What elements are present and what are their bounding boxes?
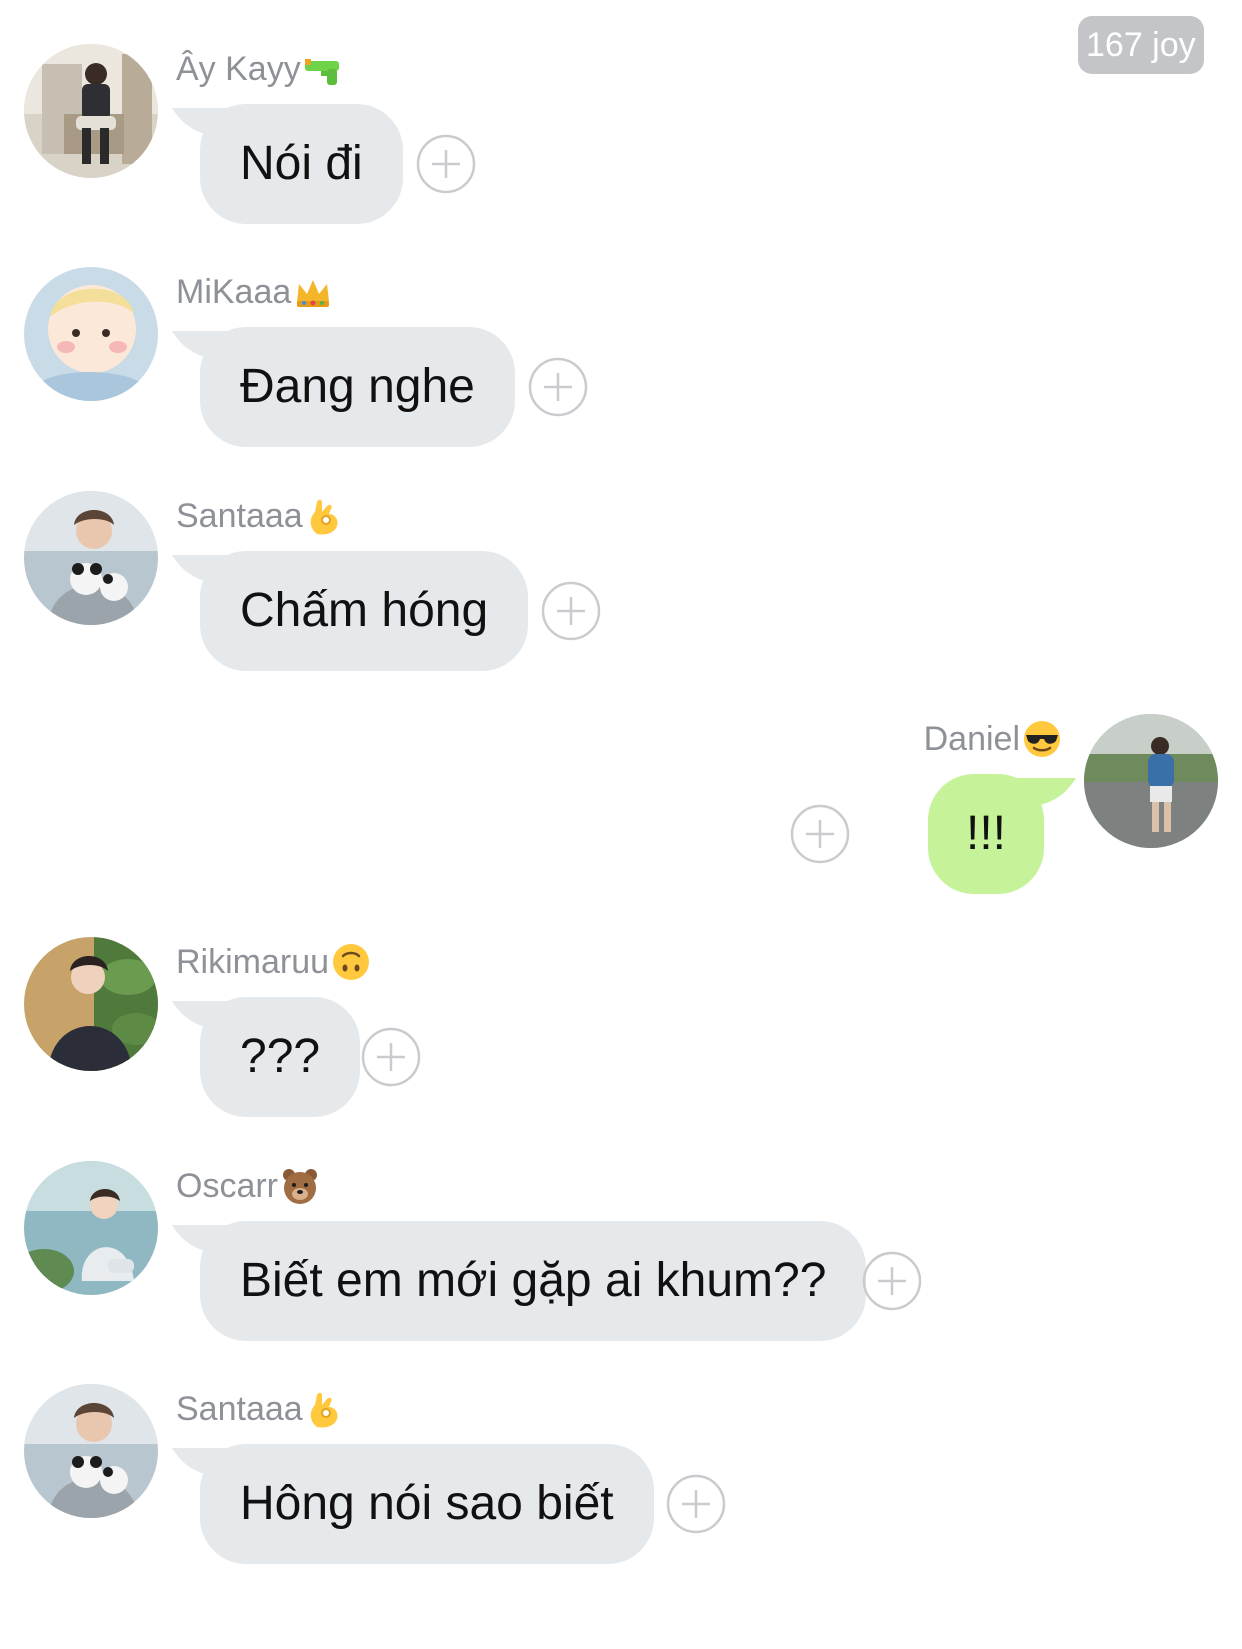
upside-down-face-icon [333,944,370,980]
message-bubble[interactable]: Đang nghe [200,327,515,447]
sender-name-row: Santaaa [176,1386,345,1432]
message-row: Oscarr Biết em mới gặp ai khum?? [0,1161,1242,1401]
message-bubble[interactable]: Hông nói sao biết [200,1444,654,1564]
sender-name-row: Rikimaruu [176,939,371,985]
sender-name: Santaaa [176,1389,303,1428]
sender-name: Rikimaruu [176,942,330,981]
sender-name-row: Daniel [924,716,1062,762]
add-reaction-plus-icon[interactable] [361,1027,421,1087]
avatar[interactable] [24,1384,158,1518]
sender-name: Oscarr [176,1166,278,1205]
ok-hand-icon [310,499,338,535]
message-bubble-own[interactable]: !!! [927,774,1044,894]
sender-name: MiKaaa [176,272,292,311]
add-reaction-plus-icon[interactable] [862,1251,922,1311]
message-bubble[interactable]: ??? [200,997,361,1117]
sender-name: Ây Kayy [176,49,301,88]
ok-hand-icon [310,1392,338,1428]
sunglasses-face-icon [1024,721,1060,757]
add-reaction-plus-icon[interactable] [666,1474,726,1534]
message-row: Rikimaruu ??? [0,937,1242,1177]
bear-face-icon [283,1169,317,1204]
avatar[interactable] [24,491,158,625]
sender-name-row: Oscarr [176,1163,320,1209]
add-reaction-plus-icon[interactable] [416,134,476,194]
sender-name-row: MiKaaa [176,269,333,315]
message-bubble[interactable]: Chấm hóng [200,551,529,671]
avatar[interactable] [24,44,158,178]
message-row-own: Daniel !!! [0,714,1242,954]
crown-icon [297,280,330,307]
add-reaction-plus-icon[interactable] [541,581,601,641]
sender-name: Daniel [923,719,1020,758]
avatar[interactable] [24,267,158,401]
message-bubble[interactable]: Biết em mới gặp ai khum?? [200,1221,867,1341]
avatar[interactable] [24,1161,158,1295]
message-row: Santaaa Chấm hóng [0,491,1242,731]
add-reaction-plus-icon[interactable] [528,357,588,417]
sender-name-row: Ây Kayy [176,46,343,92]
add-reaction-plus-icon[interactable] [790,804,850,864]
message-row: MiKaaa Đang nghe [0,267,1242,507]
message-row: Ây Kayy Nói đi [0,44,1242,284]
water-pistol-icon [304,59,339,85]
avatar[interactable] [1084,714,1218,848]
sender-name: Santaaa [176,496,303,535]
sender-name-row: Santaaa [176,493,345,539]
message-bubble[interactable]: Nói đi [200,104,403,224]
avatar[interactable] [24,937,158,1071]
message-row: Santaaa Hông nói sao biết [0,1384,1242,1624]
